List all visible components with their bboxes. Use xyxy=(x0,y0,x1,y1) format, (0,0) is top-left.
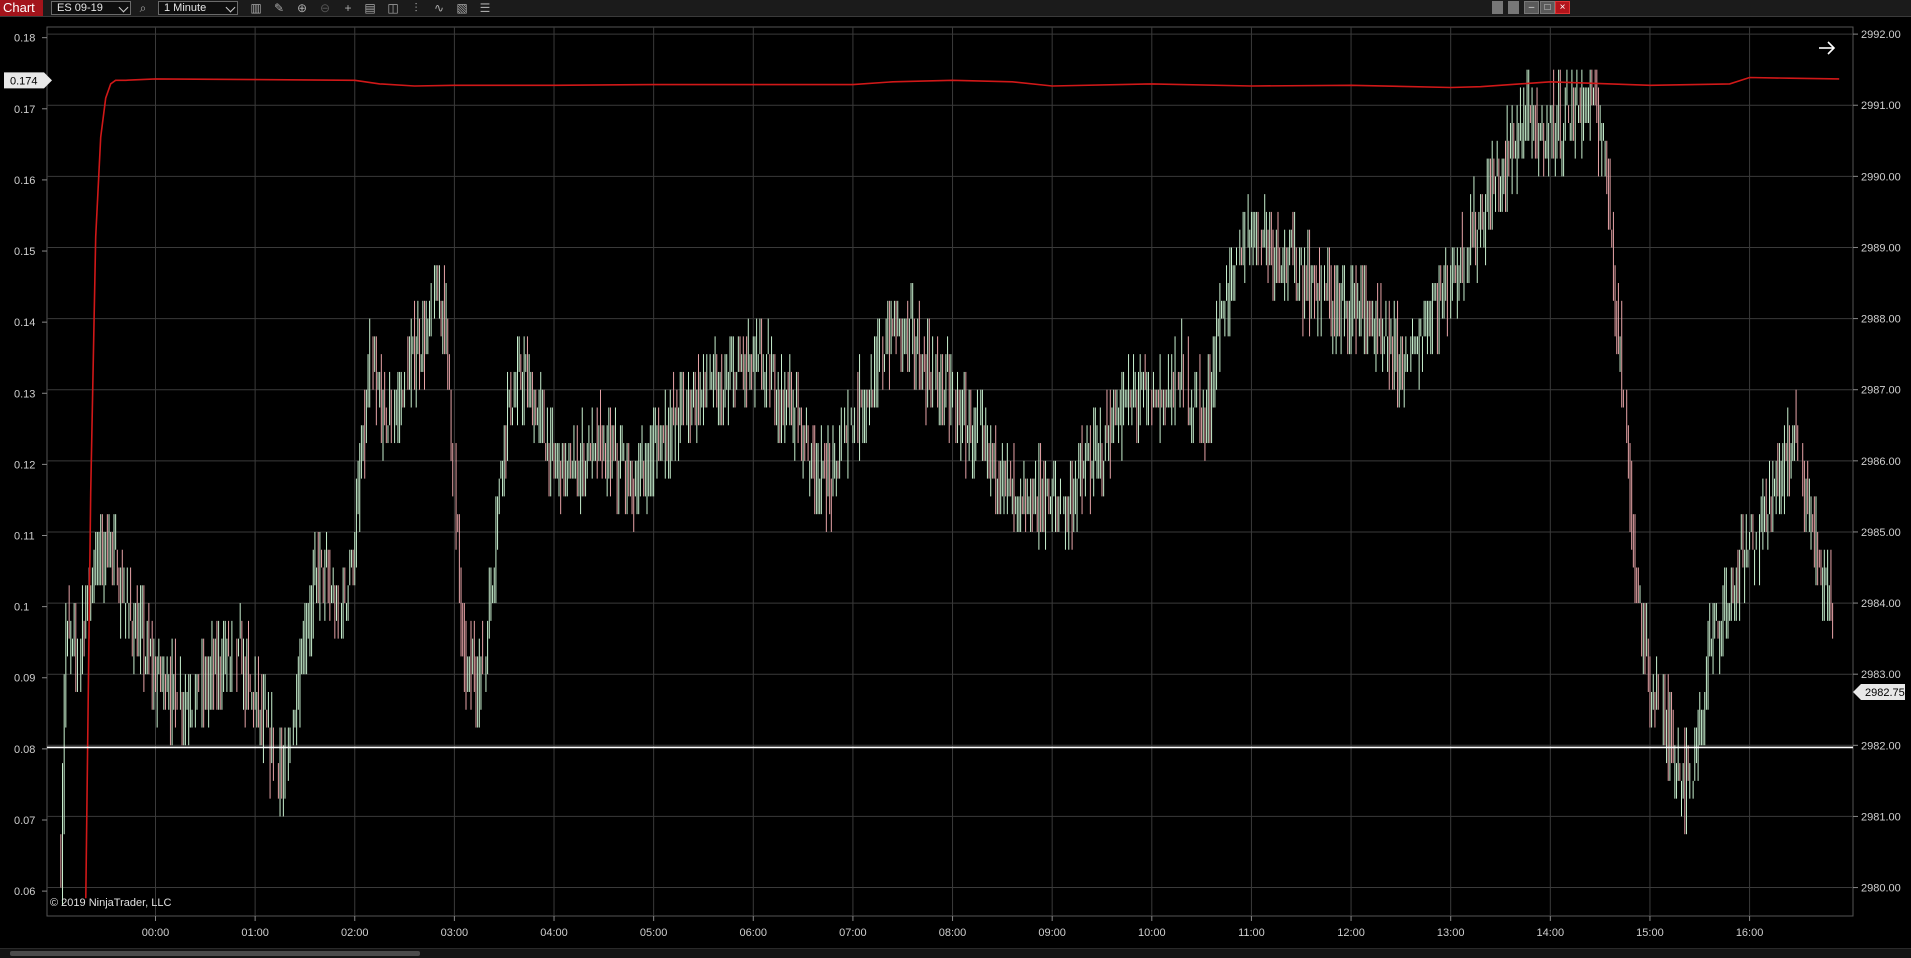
zoom-out-icon[interactable]: ⊖ xyxy=(317,1,333,15)
tab-handle-2[interactable] xyxy=(1508,1,1519,14)
current-price-label: 2982.75 xyxy=(1865,687,1905,699)
left-axis-tick-label: 0.08 xyxy=(14,744,35,756)
chart-trader-icon[interactable]: ☰ xyxy=(477,1,493,15)
x-axis-tick-label: 06:00 xyxy=(740,927,768,939)
right-axis-tick-label: 2985.00 xyxy=(1861,527,1901,539)
pencil-icon[interactable]: ✎ xyxy=(271,1,287,15)
strategies-icon[interactable]: ∿ xyxy=(431,1,447,15)
x-axis-tick-label: 16:00 xyxy=(1736,927,1764,939)
left-axis-tick-label: 0.17 xyxy=(14,104,35,116)
search-icon[interactable]: ⌕ xyxy=(135,1,151,15)
x-axis-tick-label: 11:00 xyxy=(1238,927,1265,939)
right-axis-tick-label: 2986.00 xyxy=(1861,456,1901,468)
interval-value: 1 Minute xyxy=(164,2,207,14)
x-axis-tick-label: 08:00 xyxy=(939,927,967,939)
right-axis-tick-label: 2983.00 xyxy=(1861,669,1901,681)
chart-panel[interactable]: 0.06 0.07 0.08 0.09 0.1 0.11 0.12 0.13 0.14 0.15 0… xyxy=(0,17,1911,958)
x-axis-tick-label: 02:00 xyxy=(341,927,369,939)
chevron-down-icon xyxy=(225,2,236,13)
maximize-button[interactable]: □ xyxy=(1540,1,1555,14)
left-axis-tick-label: 0.12 xyxy=(14,459,35,471)
left-axis-tick-label: 0.09 xyxy=(14,673,35,685)
right-axis-tick-label: 2989.00 xyxy=(1861,242,1901,254)
x-axis-tick-label: 05:00 xyxy=(640,927,668,939)
x-axis-tick-label: 04:00 xyxy=(540,927,568,939)
right-axis-tick-label: 2987.00 xyxy=(1861,385,1901,397)
x-axis-tick-label: 14:00 xyxy=(1537,927,1565,939)
bar-type-icon[interactable]: ▥ xyxy=(248,1,264,15)
properties-icon[interactable]: ▤ xyxy=(362,1,378,15)
close-button[interactable]: × xyxy=(1555,1,1570,14)
x-axis-tick-label: 01:00 xyxy=(241,927,269,939)
chart-toolbar: Chart ES 09-19 ⌕ 1 Minute ▥ ✎ ⊕ ⊖ + ▤ ◫ … xyxy=(0,0,1911,17)
left-axis-tick-label: 0.15 xyxy=(14,246,35,258)
x-axis-tick-label: 12:00 xyxy=(1337,927,1365,939)
minimize-button[interactable]: – xyxy=(1524,1,1539,14)
right-axis-tick-label: 2991.00 xyxy=(1861,100,1901,112)
x-axis-tick-label: 13:00 xyxy=(1437,927,1465,939)
left-axis-tick-label: 0.18 xyxy=(14,33,35,45)
right-axis-tick-label: 2981.00 xyxy=(1861,811,1901,823)
right-axis-tick-label: 2984.00 xyxy=(1861,598,1901,610)
scrollbar-thumb[interactable] xyxy=(10,951,420,956)
left-axis-tick-label: 0.13 xyxy=(14,388,35,400)
right-axis-tick-label: 2990.00 xyxy=(1861,171,1901,183)
right-axis-tick-label: 2992.00 xyxy=(1861,29,1901,41)
crosshair-icon[interactable]: + xyxy=(340,1,356,15)
right-axis-tick-label: 2982.00 xyxy=(1861,740,1901,752)
x-axis-tick-label: 10:00 xyxy=(1138,927,1166,939)
right-axis-tick-label: 2988.00 xyxy=(1861,314,1901,326)
price-chart[interactable]: 0.06 0.07 0.08 0.09 0.1 0.11 0.12 0.13 0.14 0.15 0… xyxy=(0,17,1911,948)
x-axis-tick-label: 03:00 xyxy=(441,927,469,939)
copyright-text: © 2019 NinjaTrader, LLC xyxy=(50,897,171,909)
left-axis-tick-label: 0.11 xyxy=(14,531,35,543)
data-box-icon[interactable]: ▧ xyxy=(454,1,470,15)
interval-selector[interactable]: 1 Minute xyxy=(158,1,238,15)
x-axis-tick-label: 00:00 xyxy=(142,927,170,939)
left-axis-tick-label: 0.16 xyxy=(14,175,35,187)
instrument-selector[interactable]: ES 09-19 xyxy=(51,1,131,15)
x-axis-tick-label: 07:00 xyxy=(839,927,867,939)
indicator-value-label: 0.174 xyxy=(10,75,38,87)
right-axis-tick-label: 2980.00 xyxy=(1861,883,1901,895)
indicators-icon[interactable]: ⫶ xyxy=(408,1,424,15)
templates-icon[interactable]: ◫ xyxy=(385,1,401,15)
left-axis-tick-label: 0.07 xyxy=(14,815,35,827)
instrument-value: ES 09-19 xyxy=(57,2,103,14)
app-title: Chart xyxy=(0,0,43,16)
tab-handle[interactable] xyxy=(1492,1,1503,14)
left-axis-tick-label: 0.14 xyxy=(14,317,35,329)
x-axis-tick-label: 15:00 xyxy=(1636,927,1664,939)
zoom-in-icon[interactable]: ⊕ xyxy=(294,1,310,15)
x-axis-tick-label: 09:00 xyxy=(1038,927,1066,939)
chevron-down-icon xyxy=(118,2,129,13)
left-axis-tick-label: 0.1 xyxy=(14,602,29,614)
left-axis-tick-label: 0.06 xyxy=(14,886,35,898)
